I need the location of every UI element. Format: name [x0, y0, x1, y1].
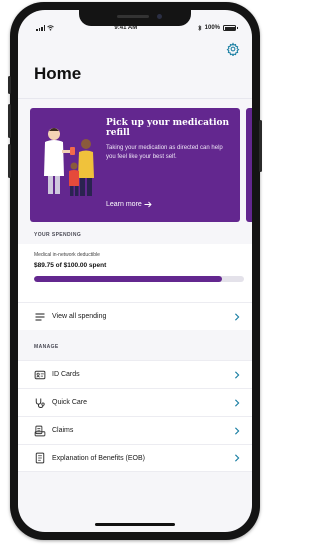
banner-title: Pick up your medication refill	[106, 118, 230, 138]
deductible-description: Medical in-network deductible	[34, 252, 100, 258]
manage-item-label: ID Cards	[52, 371, 80, 378]
manage-item-label: Explanation of Benefits (EOB)	[52, 454, 145, 462]
arrow-right-icon	[144, 201, 152, 208]
view-all-spending-label: View all spending	[52, 313, 107, 320]
status-left	[36, 25, 54, 31]
volume-up-button	[8, 104, 11, 138]
cellular-signal-icon	[36, 25, 45, 31]
claims-icon	[34, 425, 46, 436]
wifi-icon	[47, 25, 54, 31]
page-title: Home	[34, 64, 82, 83]
bluetooth-icon	[197, 25, 202, 31]
deductible-progress-fill	[34, 276, 223, 282]
battery-icon	[223, 25, 238, 31]
notch	[79, 10, 191, 26]
chevron-right-icon	[235, 454, 240, 462]
spent-amount: $89.75 of $100.00 spent	[34, 262, 107, 269]
app-screen: 9:41 AM 100% Home Pick up your medicatio…	[18, 10, 252, 532]
gear-icon[interactable]	[226, 42, 240, 56]
chevron-right-icon	[235, 370, 240, 379]
volume-down-button	[8, 144, 11, 178]
manage-item-label: Quick Care	[52, 399, 88, 406]
chevron-right-icon	[235, 312, 240, 321]
manage-item-quick-care[interactable]: Quick Care	[18, 388, 252, 416]
manage-item-label: Claims	[52, 427, 74, 434]
home-indicator[interactable]	[95, 523, 175, 526]
deductible-progress-bar	[34, 276, 244, 282]
front-camera	[157, 14, 162, 19]
spending-card: Medical in-network deductible $89.75 of …	[18, 244, 252, 302]
manage-section-label: MANAGE	[34, 344, 59, 350]
speaker-grille	[117, 15, 149, 18]
learn-more-label: Learn more	[106, 201, 142, 208]
mute-switch	[8, 76, 11, 94]
manage-item-claims[interactable]: Claims	[18, 416, 252, 444]
chevron-right-icon	[235, 426, 240, 435]
phone-frame: 9:41 AM 100% Home Pick up your medicatio…	[8, 2, 262, 540]
list-icon	[35, 312, 45, 321]
chevron-right-icon	[235, 398, 240, 407]
document-icon	[35, 452, 45, 464]
learn-more-link[interactable]: Learn more	[106, 201, 152, 208]
battery-percent: 100%	[204, 25, 220, 31]
header-divider	[18, 98, 252, 99]
power-button	[259, 120, 262, 172]
view-all-spending-row[interactable]: View all spending	[18, 302, 252, 330]
spending-section-label: YOUR SPENDING	[34, 232, 82, 238]
pharmacist-family-illustration	[44, 128, 94, 196]
medication-refill-banner[interactable]: Pick up your medication refill Taking yo…	[30, 108, 240, 222]
id-card-icon	[34, 370, 46, 379]
manage-item-eob[interactable]: Explanation of Benefits (EOB)	[18, 444, 252, 472]
status-right: 100%	[197, 25, 238, 31]
next-banner-peek[interactable]	[246, 108, 252, 222]
banner-body: Taking your medication as directed can h…	[106, 145, 223, 160]
stethoscope-icon	[35, 398, 45, 408]
manage-item-id-cards[interactable]: ID Cards	[18, 360, 252, 388]
